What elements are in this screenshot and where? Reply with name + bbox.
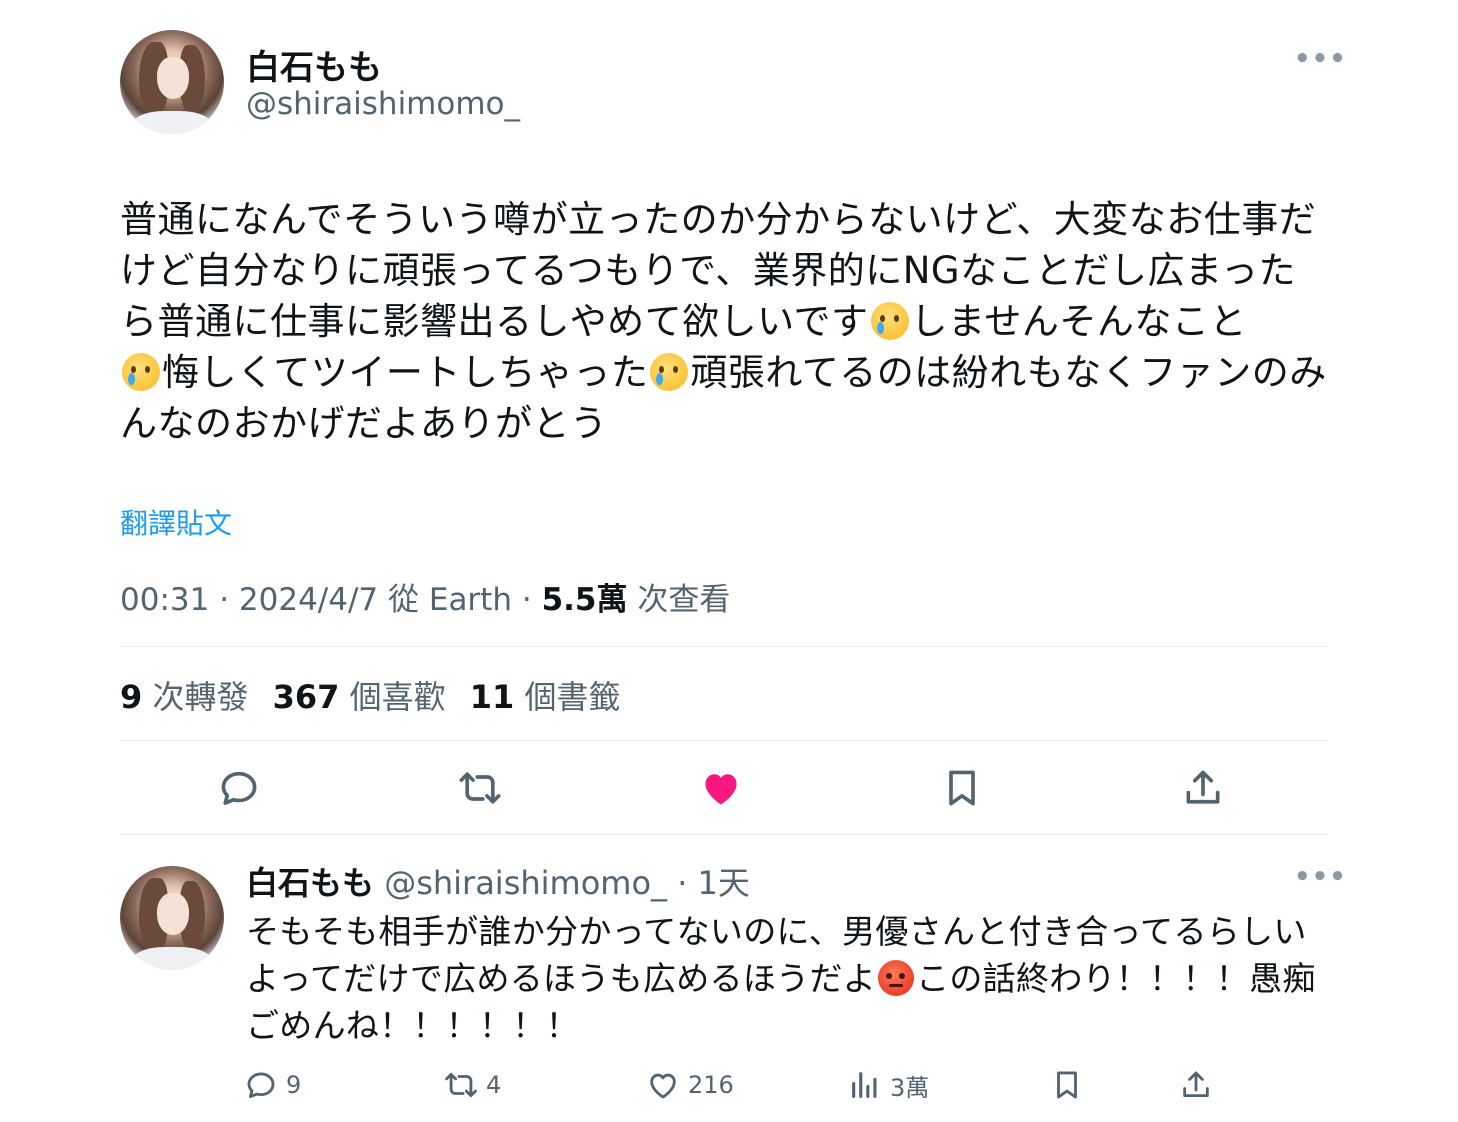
tweet-time[interactable]: 00:31 xyxy=(120,582,209,618)
divider xyxy=(120,834,1328,835)
tweet-date[interactable]: 2024/4/7 xyxy=(239,582,378,618)
tweet-text-part-2: しませんそんなこと xyxy=(910,300,1247,343)
crying-face-icon xyxy=(870,302,909,340)
angry-face-icon xyxy=(878,960,915,996)
retweets-stat[interactable]: 9 次轉發 xyxy=(120,678,248,716)
reply-author-name[interactable]: 白石もも xyxy=(246,864,374,902)
reply-text: そもそも相手が誰か分かってないのに、男優さんと付き合ってるらしいよってだけで広め… xyxy=(246,908,1336,1049)
like-icon xyxy=(650,1073,676,1099)
tweet-meta: 00:31 · 2024/4/7 從 Earth · 5.5萬 次查看 xyxy=(120,582,731,618)
reply-retweet-button[interactable]: 4 xyxy=(444,1066,501,1104)
tweet-text-part-3: 悔しくてツイートしちゃった xyxy=(162,351,649,394)
reply-icon[interactable] xyxy=(217,766,261,810)
crying-face-icon xyxy=(122,353,160,391)
like-icon[interactable] xyxy=(699,766,743,810)
engagement-stats: 9 次轉發 367 個喜歡 11 個書籤 xyxy=(120,672,621,718)
retweet-icon[interactable] xyxy=(458,766,502,810)
reply-header: 白石もも @shiraishimomo_ · 1天 xyxy=(246,864,750,902)
likes-stat[interactable]: 367 個喜歡 xyxy=(273,678,446,716)
crying-face-icon xyxy=(650,353,689,391)
bookmark-icon xyxy=(1057,1071,1077,1099)
views-count: 5.5萬 xyxy=(541,582,628,618)
reply-author-handle[interactable]: @shiraishimomo_ xyxy=(384,864,667,902)
author-name[interactable]: 白石もも xyxy=(246,40,382,89)
author-avatar[interactable] xyxy=(120,30,224,134)
view-count: 3萬 xyxy=(890,1073,930,1102)
divider xyxy=(120,740,1328,741)
reply-time[interactable]: 1天 xyxy=(698,864,750,902)
share-icon xyxy=(1183,1071,1209,1098)
reply-icon xyxy=(247,1072,275,1099)
bookmark-icon[interactable] xyxy=(940,766,984,810)
more-options-icon[interactable]: ••• xyxy=(1294,862,1347,892)
tweet-source: 從 Earth xyxy=(388,582,512,618)
reply-author-avatar[interactable] xyxy=(120,866,224,970)
analytics-icon xyxy=(852,1072,877,1098)
views-label: 次查看 xyxy=(637,582,731,618)
tweet-text: 普通になんでそういう噂が立ったのか分からないけど、大変なお仕事だけど自分なりに頑… xyxy=(120,194,1330,449)
reply-reply-button[interactable]: 9 xyxy=(244,1066,301,1104)
retweet-count: 4 xyxy=(486,1071,502,1099)
reply-count: 9 xyxy=(286,1071,302,1099)
reply-views-button[interactable]: 3萬 xyxy=(848,1066,929,1104)
divider xyxy=(120,646,1328,647)
reply-share-button[interactable] xyxy=(1179,1066,1221,1104)
more-options-icon[interactable]: ••• xyxy=(1294,44,1347,74)
retweet-icon xyxy=(445,1072,477,1098)
like-count: 216 xyxy=(688,1071,734,1099)
translate-link[interactable]: 翻譯貼文 xyxy=(120,502,232,542)
author-handle[interactable]: @shiraishimomo_ xyxy=(246,86,520,122)
bookmarks-stat[interactable]: 11 個書籤 xyxy=(470,678,621,716)
share-icon[interactable] xyxy=(1181,766,1225,810)
reply-bookmark-button[interactable] xyxy=(1050,1066,1092,1104)
reply-like-button[interactable]: 216 xyxy=(646,1066,734,1104)
